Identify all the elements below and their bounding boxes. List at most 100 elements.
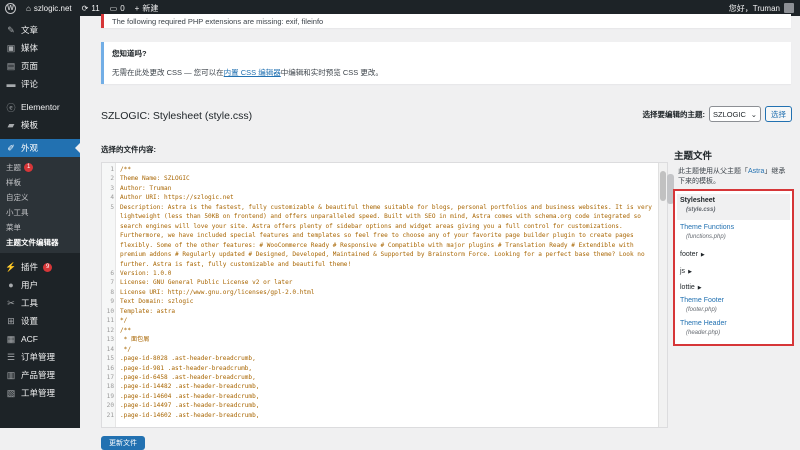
line-text: /** [120, 326, 132, 334]
avatar [784, 3, 794, 13]
line-text: Template: astra [120, 307, 176, 315]
line-text: /** [120, 166, 132, 173]
sidebar-item-pages[interactable]: ▤ 页面 [0, 57, 80, 75]
file-item-theme-footer[interactable]: Theme Footer (footer.php) [680, 297, 724, 313]
theme-files-title: 主题文件 [674, 151, 713, 162]
line-text: .page-id-14482 .ast-header-breadcrumb, [120, 383, 260, 391]
line-number: 13 [106, 336, 114, 344]
line-text: .page-id-8028 .ast-header-breadcrumb, [120, 355, 256, 363]
sidebar-item-comments[interactable]: ▬ 评论 [0, 75, 80, 93]
home-icon: ⌂ [26, 3, 31, 13]
folder-item-footer[interactable]: footer ▶ [680, 251, 705, 258]
site-name-menu[interactable]: ⌂ szlogic.net [21, 0, 77, 16]
caret-right-icon: ▶ [688, 269, 692, 275]
parent-theme-link[interactable]: Astra [748, 168, 764, 175]
sidebar-item-appearance[interactable]: ✐ 外观 [0, 139, 80, 157]
line-text: .page-id-14602 .ast-header-breadcrumb, [120, 411, 260, 419]
caret-right-icon: ▶ [697, 285, 702, 291]
appearance-submenu: 主题 1 样板 自定义 小工具 菜单 主题文件编辑器 [0, 157, 80, 253]
css-editor-link[interactable]: 内置 CSS 编辑器 [224, 68, 281, 77]
submenu-item-theme-file-editor[interactable]: 主题文件编辑器 [0, 235, 80, 250]
line-text: .page-id-6458 .ast-header-breadcrumb, [120, 373, 256, 381]
editor-scroll-thumb[interactable] [660, 171, 666, 201]
code-line: 17 .page-id-6458 .ast-header-breadcrumb, [102, 373, 657, 382]
line-number: 15 [106, 355, 114, 363]
chevron-down-icon: ⌄ [750, 109, 757, 119]
greeting: 您好，Truman [728, 3, 780, 13]
line-text: * 面包屑 [120, 336, 150, 344]
sidebar-item-users[interactable]: ● 用户 [0, 276, 80, 294]
line-number: 4 [110, 194, 114, 202]
sidebar-item-tools[interactable]: ✂ 工具 [0, 294, 80, 312]
file-item-theme-header[interactable]: Theme Header (header.php) [680, 320, 727, 336]
submenu-item-widgets[interactable]: 小工具 [0, 205, 80, 220]
sidebar-item-elementor[interactable]: ⓔ Elementor [0, 98, 80, 116]
line-text: Text Domain: szlogic [120, 298, 194, 306]
sidebar-item-media[interactable]: ▣ 媒体 [0, 39, 80, 57]
theme-files-description: 此主题使用从父主题「Astra」继承下来的模板。 [678, 168, 786, 185]
code-line: 13 * 面包屑 [102, 335, 657, 344]
notice-title: 您知道吗? [112, 49, 147, 58]
editor-scrollbar[interactable] [658, 163, 667, 427]
comment-bubble-icon: ▭ [109, 3, 118, 13]
sidebar-item-orders[interactable]: ☰ 订单管理 [0, 348, 80, 366]
wp-logo-menu[interactable]: W [0, 0, 21, 16]
select-theme-label: 选择要编辑的主题: [642, 109, 706, 119]
line-number: 1 [110, 166, 114, 173]
code-editor[interactable]: 1/** 2 Theme Name: SZLOGIC 3 Author: Truman 4… [101, 162, 668, 428]
code-line: 11 */ [102, 316, 657, 325]
caret-right-icon: ▶ [700, 252, 705, 258]
code-line: 7 License: GNU General Public License v2 … [102, 278, 657, 287]
sidebar-item-plugins[interactable]: ⚡ 插件 9 [0, 258, 80, 276]
plus-icon: + [134, 3, 140, 13]
brush-icon: ✐ [7, 142, 15, 153]
theme-files-list: Stylesheet (style.css) Theme Functions (fu… [673, 189, 794, 346]
sidebar-item-acf[interactable]: ▦ ACF [0, 330, 80, 348]
sidebar-item-products[interactable]: ▥ 产品管理 [0, 366, 80, 384]
folder-icon: ▰ [7, 119, 15, 130]
submenu-item-menus[interactable]: 菜单 [0, 220, 80, 235]
code-line: 15 .page-id-8028 .ast-header-breadcrumb, [102, 354, 657, 363]
select-theme-button[interactable]: 选择 [765, 106, 792, 122]
comments-count: 0 [120, 3, 125, 13]
css-tip-notice: 您知道吗? 无需在此处更改 CSS — 您可以在内置 CSS 编辑器中编辑和实时… [101, 42, 791, 84]
line-text: License URI: http://www.gnu.org/licenses… [120, 288, 315, 296]
sidebar-item-settings[interactable]: ⊞ 设置 [0, 312, 80, 330]
code-line: 4 Author URI: https://szlogic.net [102, 193, 657, 202]
wordpress-icon: W [5, 2, 16, 14]
acf-icon: ▦ [6, 333, 16, 344]
line-text: .page-id-14604 .ast-header-breadcrumb, [120, 392, 260, 400]
file-item-stylesheet[interactable]: Stylesheet (style.css) [680, 197, 715, 213]
line-text: Description: Astra is the fastest, fully… [120, 203, 656, 268]
line-text: .page-id-14497 .ast-header-breadcrumb, [120, 402, 260, 410]
code-line: 20 .page-id-14497 .ast-header-breadcrumb, [102, 401, 657, 410]
submenu-item-themes[interactable]: 主题 1 [0, 160, 80, 175]
line-number: 20 [106, 402, 114, 410]
sidebar-item-posts[interactable]: ✎ 文章 [0, 21, 80, 39]
code-line: 19 .page-id-14604 .ast-header-breadcrumb, [102, 392, 657, 401]
line-number: 12 [106, 326, 114, 334]
line-text: */ [120, 345, 132, 353]
folder-item-lottie[interactable]: lottie ▶ [680, 284, 702, 291]
code-line: 8 License URI: http://www.gnu.org/license… [102, 288, 657, 297]
code-line: 9 Text Domain: szlogic [102, 297, 657, 306]
my-account-menu[interactable]: 您好，Truman [729, 3, 800, 14]
code-line: 16 .page-id-981 .ast-header-breadcrumb, [102, 364, 657, 373]
folder-item-js[interactable]: js ▶ [680, 268, 692, 275]
update-file-button[interactable]: 更新文件 [101, 436, 145, 450]
theme-select-dropdown[interactable]: SZLOGIC ⌄ [709, 106, 761, 122]
page-title: SZLOGIC: Stylesheet (style.css) [101, 110, 253, 122]
submenu-item-patterns[interactable]: 样板 [0, 175, 80, 190]
page-icon: ▤ [6, 60, 16, 71]
sidebar-item-templates[interactable]: ▰ 模板 [0, 116, 80, 134]
line-number: 19 [106, 392, 114, 400]
file-item-theme-functions[interactable]: Theme Functions (functions.php) [680, 224, 734, 240]
sidebar-item-tickets[interactable]: ▧ 工单管理 [0, 384, 80, 402]
line-text: Theme Name: SZLOGIC [120, 175, 190, 183]
line-number: 7 [110, 279, 114, 287]
products-icon: ▥ [6, 369, 16, 380]
line-number: 18 [106, 383, 114, 391]
error-text: The following required PHP extensions ar… [112, 17, 324, 26]
submenu-item-customize[interactable]: 自定义 [0, 190, 80, 205]
site-name: szlogic.net [33, 3, 72, 13]
